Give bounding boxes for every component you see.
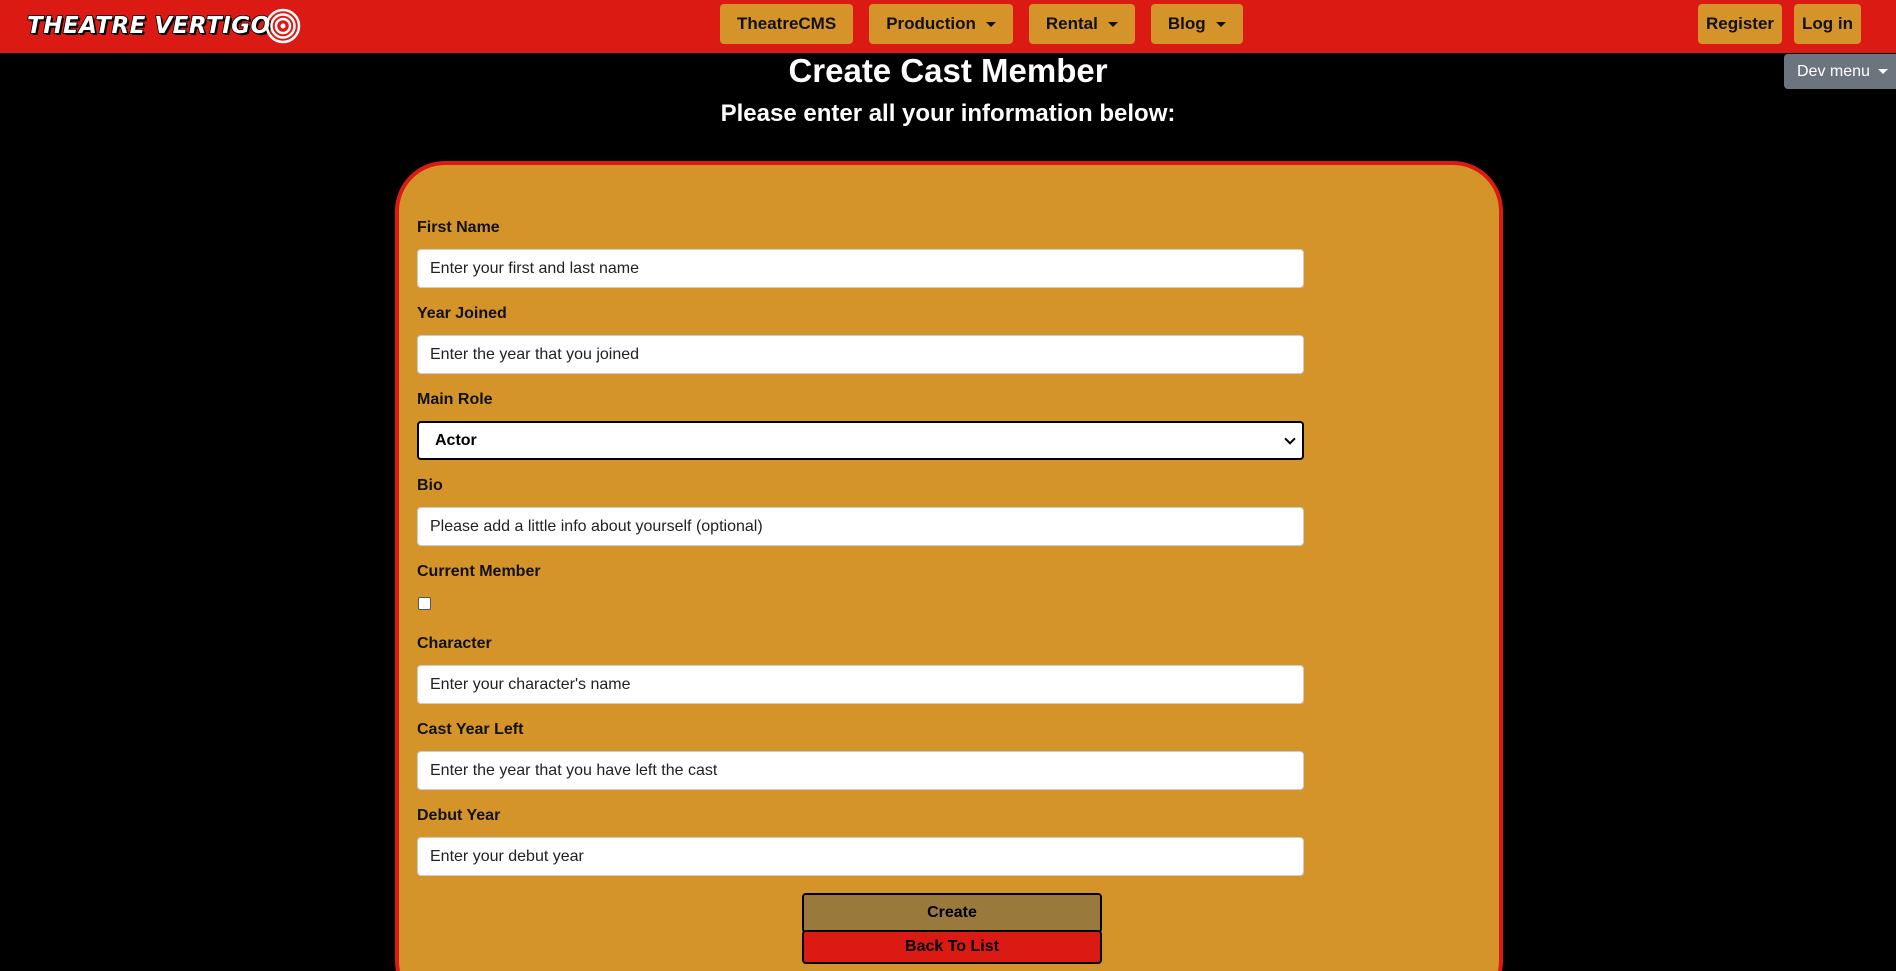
account-nav: Register Log in: [1697, 4, 1861, 44]
main-role-select[interactable]: Actor: [417, 421, 1304, 460]
debut-year-input[interactable]: Enter your debut year: [417, 837, 1304, 876]
year-joined-input[interactable]: Enter the year that you joined: [417, 335, 1304, 374]
brand-logo[interactable]: THEATRE VERTIGO: [26, 5, 301, 47]
create-button[interactable]: Create: [802, 893, 1102, 933]
navbar: THEATRE VERTIGO TheatreCMS Production Re…: [0, 0, 1896, 53]
register-label: Register: [1705, 14, 1775, 33]
current-member-checkbox[interactable]: [418, 597, 431, 610]
year-joined-label: Year Joined: [417, 305, 507, 322]
nav-label: Production: [886, 14, 976, 33]
main-nav: TheatreCMS Production Rental Blog: [720, 4, 1243, 44]
character-input[interactable]: Enter your character's name: [417, 665, 1304, 704]
main-role-value: Actor: [435, 431, 477, 449]
nav-blog-dropdown[interactable]: Blog: [1150, 4, 1243, 44]
main-role-label: Main Role: [417, 391, 493, 408]
debut-year-label: Debut Year: [417, 807, 501, 824]
brand-name: THEATRE VERTIGO: [26, 12, 271, 40]
nav-label: Blog: [1167, 14, 1206, 33]
nav-rental-dropdown[interactable]: Rental: [1028, 4, 1135, 44]
login-label: Log in: [1802, 14, 1853, 33]
cast-year-left-label: Cast Year Left: [417, 721, 524, 738]
first-name-input[interactable]: Enter your first and last name: [417, 249, 1304, 288]
nav-theatrecms[interactable]: TheatreCMS: [720, 4, 854, 44]
nav-label: Rental: [1045, 14, 1098, 33]
login-button[interactable]: Log in: [1794, 4, 1861, 44]
first-name-label: First Name: [417, 219, 500, 236]
current-member-label: Current Member: [417, 563, 541, 580]
character-label: Character: [417, 635, 492, 652]
bio-label: Bio: [417, 477, 443, 494]
bio-input[interactable]: Please add a little info about yourself …: [417, 507, 1304, 546]
swirl-logo-icon: [265, 8, 300, 44]
caret-down-icon: [1107, 21, 1118, 27]
create-cast-member-form: First Name Enter your first and last nam…: [395, 161, 1503, 971]
page-title: Create Cast Member: [788, 52, 1108, 89]
register-button[interactable]: Register: [1697, 4, 1783, 44]
caret-down-icon: [985, 21, 996, 27]
page-subtitle: Please enter all your information below:: [720, 100, 1176, 127]
nav-production-dropdown[interactable]: Production: [869, 4, 1013, 44]
nav-label: TheatreCMS: [737, 14, 837, 33]
back-to-list-button[interactable]: Back To List: [802, 930, 1102, 964]
cast-year-left-input[interactable]: Enter the year that you have left the ca…: [417, 751, 1304, 790]
caret-down-icon: [1215, 21, 1226, 27]
chevron-down-icon: [1284, 432, 1296, 445]
